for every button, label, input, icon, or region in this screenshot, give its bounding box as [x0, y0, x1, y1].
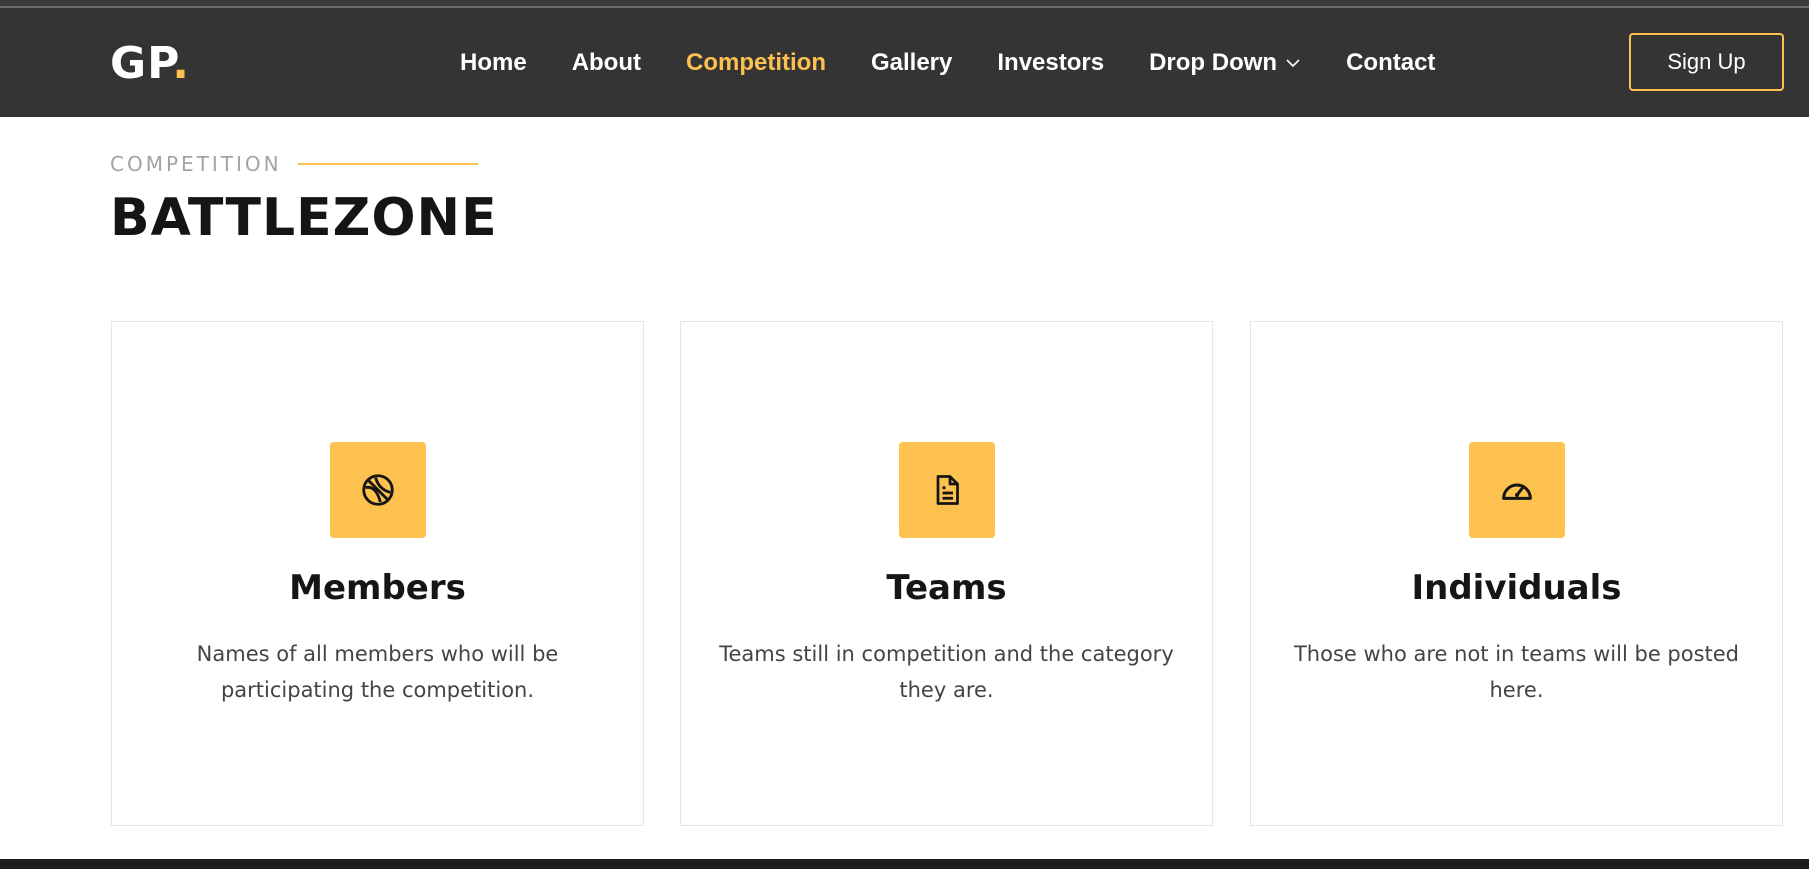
basketball-icon [361, 474, 394, 506]
card-teams[interactable]: Teams Teams still in competition and the… [680, 321, 1213, 826]
sign-up-button[interactable]: Sign Up [1629, 33, 1784, 91]
card-title: Teams [886, 568, 1007, 608]
section-label-text: COMPETITION [110, 152, 282, 176]
nav-item-dropdown-label: Drop Down [1149, 48, 1278, 76]
speedometer-icon [1501, 483, 1532, 500]
logo-text: GP [110, 38, 173, 89]
chevron-down-icon [1286, 58, 1300, 67]
page-title: BATTLEZONE [110, 188, 498, 248]
nav-item-competition[interactable]: Competition [686, 49, 826, 77]
card-title: Individuals [1411, 568, 1622, 608]
nav-item-home[interactable]: Home [460, 49, 527, 77]
document-icon [936, 475, 959, 505]
nav-item-about[interactable]: About [572, 49, 641, 77]
card-title: Members [289, 568, 466, 608]
main-nav: Home About Competition Gallery Investors… [460, 8, 1480, 117]
top-strip [0, 0, 1809, 8]
logo-dot: . [172, 38, 191, 89]
site-header: GP. Home About Competition Gallery Inves… [0, 8, 1809, 117]
nav-item-investors[interactable]: Investors [997, 49, 1104, 77]
logo[interactable]: GP. [110, 38, 190, 89]
card-icon-box [898, 442, 995, 538]
section-label-rule [297, 163, 478, 165]
card-members[interactable]: Members Names of all members who will be… [111, 321, 644, 826]
card-description: Names of all members who will be partici… [196, 642, 559, 702]
section-label: COMPETITION [110, 152, 478, 176]
card-icon-box [329, 442, 426, 538]
card-description: Teams still in competition and the categ… [719, 642, 1174, 702]
bottom-strip [0, 859, 1809, 869]
nav-item-gallery[interactable]: Gallery [871, 49, 952, 77]
nav-item-contact[interactable]: Contact [1346, 49, 1435, 77]
nav-item-dropdown[interactable]: Drop Down [1149, 49, 1301, 77]
card-description: Those who are not in teams will be poste… [1293, 642, 1740, 702]
card-icon-box [1468, 442, 1565, 538]
card-individuals[interactable]: Individuals Those who are not in teams w… [1250, 321, 1783, 826]
